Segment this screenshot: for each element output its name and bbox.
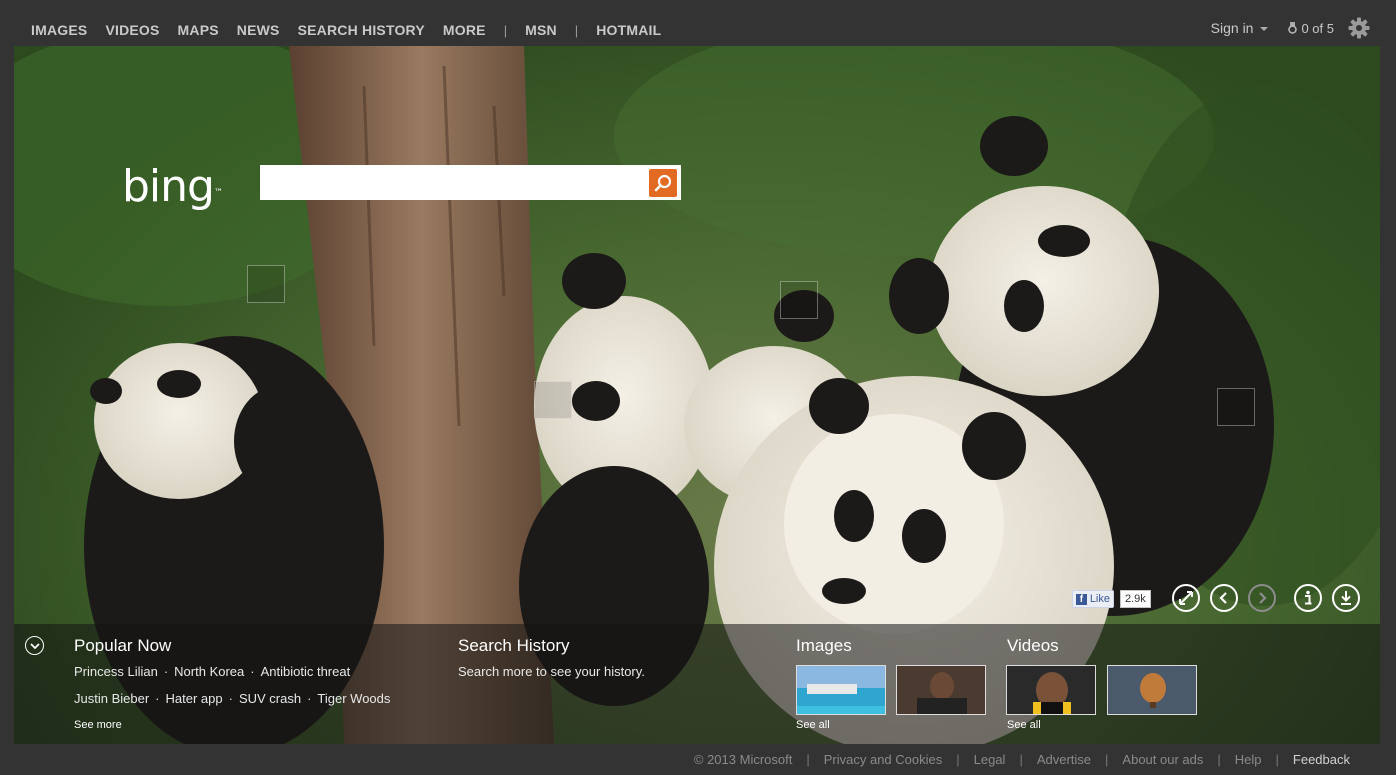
footer-legal-link[interactable]: Legal xyxy=(974,752,1006,767)
hero-image: bing™ f Like 2.9k Popular Now Princess L… xyxy=(14,46,1380,744)
previous-image-button[interactable] xyxy=(1210,584,1238,612)
facebook-icon: f xyxy=(1076,593,1087,605)
search-button[interactable] xyxy=(649,169,677,197)
footer-about-ads-link[interactable]: About our ads xyxy=(1122,752,1203,767)
collapse-panel-button[interactable] xyxy=(25,636,44,655)
images-title: Images xyxy=(796,636,852,655)
images-see-all-link[interactable]: See all xyxy=(796,719,830,731)
image-hotspot[interactable] xyxy=(1217,388,1255,426)
search-history-title: Search History xyxy=(458,636,570,655)
image-hotspot[interactable] xyxy=(534,381,572,419)
sign-in-button[interactable]: Sign in xyxy=(1211,20,1269,36)
footer-separator: | xyxy=(806,752,810,767)
footer-separator: | xyxy=(1105,752,1109,767)
facebook-like: f Like 2.9k xyxy=(1072,590,1151,608)
nav-separator: | xyxy=(574,22,579,38)
footer-separator: | xyxy=(1019,752,1023,767)
bing-logo[interactable]: bing™ xyxy=(122,162,223,212)
top-nav: IMAGES VIDEOS MAPS NEWS SEARCH HISTORY M… xyxy=(22,21,670,39)
footer: © 2013 Microsoft | Privacy and Cookies |… xyxy=(694,752,1350,767)
trend-link[interactable]: Justin Bieber xyxy=(74,691,149,706)
trend-separator: · xyxy=(163,664,169,679)
info-icon xyxy=(1305,590,1312,605)
rewards-counter[interactable]: 0 of 5 xyxy=(1288,21,1334,36)
trend-link[interactable]: Antibiotic threat xyxy=(261,664,351,679)
popular-row-1: Princess Lilian · North Korea · Antibiot… xyxy=(74,664,350,679)
nav-msn[interactable]: MSN xyxy=(516,21,566,39)
image-info-button[interactable] xyxy=(1294,584,1322,612)
chevron-right-icon xyxy=(1259,592,1267,604)
chevron-left-icon xyxy=(1219,592,1227,604)
nav-separator: | xyxy=(503,22,508,38)
nav-images[interactable]: IMAGES xyxy=(22,21,96,39)
like-count: 2.9k xyxy=(1120,590,1151,608)
video-thumbnail[interactable] xyxy=(1006,665,1096,715)
rewards-label: 0 of 5 xyxy=(1301,20,1334,36)
facebook-like-button[interactable]: f Like xyxy=(1072,590,1114,608)
account-area: Sign in 0 of 5 xyxy=(1211,17,1370,39)
next-image-button[interactable] xyxy=(1248,584,1276,612)
trend-link[interactable]: Hater app xyxy=(166,691,223,706)
footer-privacy-link[interactable]: Privacy and Cookies xyxy=(824,752,943,767)
chevron-down-icon xyxy=(29,642,40,649)
trend-link[interactable]: Princess Lilian xyxy=(74,664,158,679)
footer-advertise-link[interactable]: Advertise xyxy=(1037,752,1091,767)
image-thumbnail[interactable] xyxy=(896,665,986,715)
footer-feedback-link[interactable]: Feedback xyxy=(1293,752,1350,767)
trend-separator: · xyxy=(307,691,312,706)
popular-row-2: Justin Bieber · Hater app · SUV crash · … xyxy=(74,691,390,706)
videos-title: Videos xyxy=(1007,636,1059,655)
nav-hotmail[interactable]: HOTMAIL xyxy=(587,21,670,39)
download-icon xyxy=(1341,591,1351,605)
footer-separator: | xyxy=(1275,752,1279,767)
image-thumbnail[interactable] xyxy=(796,665,886,715)
top-bar: IMAGES VIDEOS MAPS NEWS SEARCH HISTORY M… xyxy=(0,0,1396,46)
like-label: Like xyxy=(1089,593,1110,605)
nav-news[interactable]: NEWS xyxy=(228,21,289,39)
expand-icon xyxy=(1179,591,1193,605)
footer-help-link[interactable]: Help xyxy=(1235,752,1262,767)
popular-now-title: Popular Now xyxy=(74,636,172,655)
nav-maps[interactable]: MAPS xyxy=(169,21,228,39)
fullscreen-button[interactable] xyxy=(1172,584,1200,612)
trend-link[interactable]: Tiger Woods xyxy=(317,691,390,706)
trend-separator: · xyxy=(155,691,160,706)
search-input[interactable] xyxy=(260,165,644,200)
gear-icon[interactable] xyxy=(1348,17,1370,39)
trend-link[interactable]: North Korea xyxy=(174,664,244,679)
medal-icon xyxy=(1288,22,1298,34)
search-icon xyxy=(654,174,672,192)
image-hotspot[interactable] xyxy=(247,265,285,303)
video-thumbnail[interactable] xyxy=(1107,665,1197,715)
footer-separator: | xyxy=(956,752,960,767)
nav-videos[interactable]: VIDEOS xyxy=(96,21,168,39)
trend-separator: · xyxy=(228,691,233,706)
footer-copyright: © 2013 Microsoft xyxy=(693,752,793,767)
nav-more[interactable]: MORE xyxy=(434,21,495,39)
download-image-button[interactable] xyxy=(1332,584,1360,612)
nav-search-history[interactable]: SEARCH HISTORY xyxy=(289,21,434,39)
footer-separator: | xyxy=(1217,752,1221,767)
trend-separator: · xyxy=(250,664,255,679)
sign-in-label: Sign in xyxy=(1210,20,1254,36)
trend-link[interactable]: SUV crash xyxy=(239,691,301,706)
bottom-panel: Popular Now Princess Lilian · North Kore… xyxy=(14,624,1380,744)
caret-down-icon xyxy=(1260,27,1269,31)
bing-homepage: IMAGES VIDEOS MAPS NEWS SEARCH HISTORY M… xyxy=(0,0,1396,775)
search-history-text: Search more to see your history. xyxy=(458,664,645,679)
see-more-link[interactable]: See more xyxy=(74,719,122,731)
image-hotspot[interactable] xyxy=(780,281,818,319)
search-box xyxy=(260,165,681,200)
videos-see-all-link[interactable]: See all xyxy=(1007,719,1041,731)
